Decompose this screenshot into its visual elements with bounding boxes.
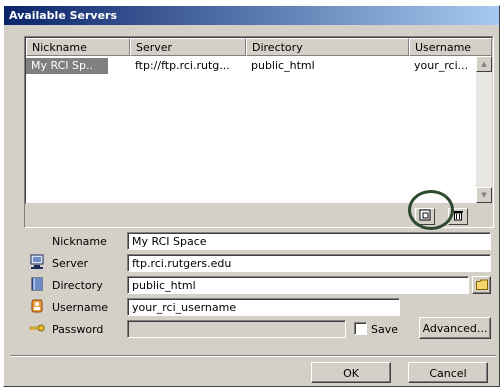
- column-header-username[interactable]: Username: [409, 38, 492, 56]
- cancel-button[interactable]: Cancel: [408, 362, 488, 383]
- key-icon: [29, 324, 45, 332]
- vertical-scrollbar[interactable]: ▲ ▼: [476, 56, 492, 203]
- folder-icon: [475, 279, 488, 290]
- server-icon: [30, 254, 44, 269]
- directory-label: Directory: [52, 279, 103, 292]
- scroll-down-button[interactable]: ▼: [476, 187, 492, 203]
- save-password-checkbox[interactable]: [354, 322, 367, 335]
- nickname-label: Nickname: [52, 235, 107, 248]
- save-label: Save: [371, 323, 399, 336]
- nickname-field[interactable]: My RCI Space: [127, 232, 491, 250]
- dialog-divider: [10, 355, 496, 357]
- dialog-title: Available Servers: [4, 6, 499, 25]
- table-row[interactable]: My RCI Sp.. ftp://ftp.rci.rutg... public…: [26, 58, 474, 74]
- browse-directory-button[interactable]: [472, 276, 491, 294]
- cell-server[interactable]: ftp://ftp.rci.rutg...: [130, 58, 246, 74]
- cell-nickname[interactable]: My RCI Sp..: [26, 58, 108, 74]
- cell-directory[interactable]: public_html: [246, 58, 409, 74]
- available-servers-dialog: Available Servers Nickname Server Direct…: [3, 5, 500, 387]
- servers-table: Nickname Server Directory Username My RC…: [25, 37, 493, 204]
- highlight-circle: [408, 190, 454, 230]
- password-field[interactable]: [127, 320, 346, 338]
- user-icon: [31, 299, 43, 313]
- column-header-directory[interactable]: Directory: [246, 38, 409, 56]
- column-header-nickname[interactable]: Nickname: [26, 38, 130, 56]
- scroll-up-button[interactable]: ▲: [476, 56, 492, 72]
- ok-button[interactable]: OK: [311, 362, 391, 383]
- cell-username[interactable]: your_rci...: [409, 58, 474, 74]
- table-header: Nickname Server Directory Username: [26, 38, 492, 56]
- advanced-button[interactable]: Advanced...: [419, 317, 491, 339]
- username-label: Username: [52, 301, 109, 314]
- folder-book-icon: [31, 277, 43, 291]
- password-label: Password: [52, 323, 104, 336]
- server-label: Server: [52, 257, 89, 270]
- directory-field[interactable]: public_html: [127, 276, 469, 294]
- server-field[interactable]: ftp.rci.rutgers.edu: [127, 254, 491, 272]
- username-field[interactable]: your_rci_username: [127, 298, 400, 316]
- column-header-server[interactable]: Server: [130, 38, 246, 56]
